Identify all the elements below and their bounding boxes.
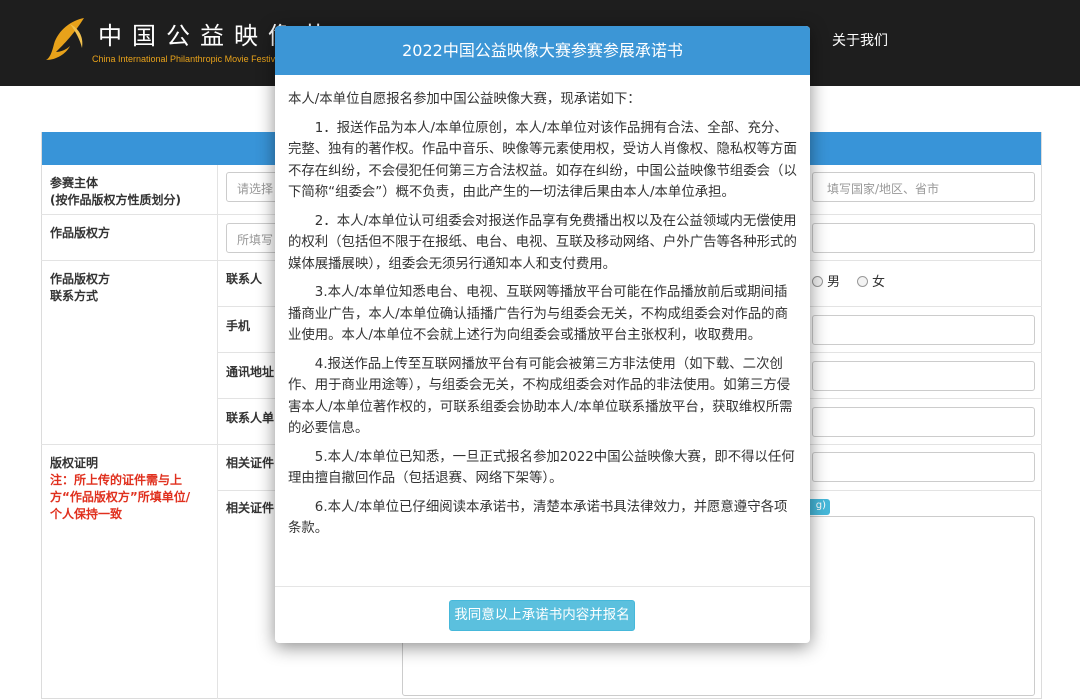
clause-6: 6.本人/本单位已仔细阅读本承诺书，清楚本承诺书具法律效力，并愿意遵守各项条款。 [288, 499, 788, 537]
clause-1: 1．报送作品为本人/本单位原创，本人/本单位对该作品拥有合法、全部、充分、完整、… [288, 120, 797, 201]
address-input[interactable] [812, 361, 1035, 391]
subject-sublabel: (按作品版权方性质划分) [50, 193, 181, 207]
gender-male-radio[interactable]: 男 [812, 271, 840, 290]
butterfly-logo-icon [46, 18, 84, 60]
owner-input-right[interactable] [812, 223, 1035, 253]
modal-intro: 本人/本单位自愿报名参加中国公益映像大赛，现承诺如下： [288, 92, 641, 107]
site-logo[interactable]: 中国公益映像节 China International Philanthropi… [44, 14, 326, 74]
radio-circle-icon [812, 276, 823, 287]
cert-input[interactable] [812, 452, 1035, 482]
proof-note-line3: 个人保持一致 [50, 507, 123, 521]
clause-4: 4.报送作品上传至互联网播放平台有可能会被第三方非法使用（如下载、二次创作、用于… [288, 356, 793, 437]
form-divider [217, 165, 218, 699]
radio-circle-icon [857, 276, 868, 287]
cert-label: 相关证件 [226, 456, 275, 470]
clause-3: 3.本人/本单位知悉电台、电视、互联网等播放平台可能在作品播放前后或期间插播商业… [288, 285, 788, 343]
proof-label: 版权证明 [50, 456, 99, 470]
owner-label: 作品版权方 [50, 226, 111, 240]
proof-note-line1: 注：所上传的证件需与上 [50, 473, 183, 487]
proof-note-line2: 方“作品版权方”所填单位/ [50, 490, 191, 504]
gender-male-label: 男 [827, 275, 841, 290]
modal-footer-divider [275, 586, 810, 587]
modal-title: 2022中国公益映像大赛参赛参展承诺书 [275, 26, 810, 75]
gender-female-radio[interactable]: 女 [857, 271, 885, 290]
contact-sublabel: 联系方式 [50, 289, 99, 303]
nav-item-about[interactable]: 关于我们 [832, 30, 888, 50]
subject-label: 参赛主体 [50, 176, 99, 190]
modal-body: 本人/本单位自愿报名参加中国公益映像大赛，现承诺如下： 1．报送作品为本人/本单… [275, 75, 810, 540]
gender-female-label: 女 [872, 275, 886, 290]
contact-person-label: 联系人 [226, 272, 263, 286]
region-input[interactable]: 填写国家/地区、省市 [812, 172, 1035, 202]
commitment-modal: 2022中国公益映像大赛参赛参展承诺书 本人/本单位自愿报名参加中国公益映像大赛… [275, 26, 810, 643]
contact-unit-label: 联系人单 [226, 411, 275, 425]
phone-input[interactable] [812, 315, 1035, 345]
contact-unit-input[interactable] [812, 407, 1035, 437]
agree-and-register-button[interactable]: 我同意以上承诺书内容并报名 [449, 600, 635, 631]
cert-upload-label: 相关证件 [226, 501, 275, 515]
clause-5: 5.本人/本单位已知悉，一旦正式报名参加2022中国公益映像大赛，即不得以任何理… [288, 449, 795, 487]
logo-title-en: China International Philanthropic Movie … [92, 54, 283, 64]
phone-label: 手机 [226, 319, 251, 333]
clause-2: 2．本人/本单位认可组委会对报送作品享有免费播出权以及在公益领域内无偿使用的权利… [288, 213, 797, 272]
address-label: 通讯地址 [226, 365, 275, 379]
contact-label: 作品版权方 [50, 272, 111, 286]
